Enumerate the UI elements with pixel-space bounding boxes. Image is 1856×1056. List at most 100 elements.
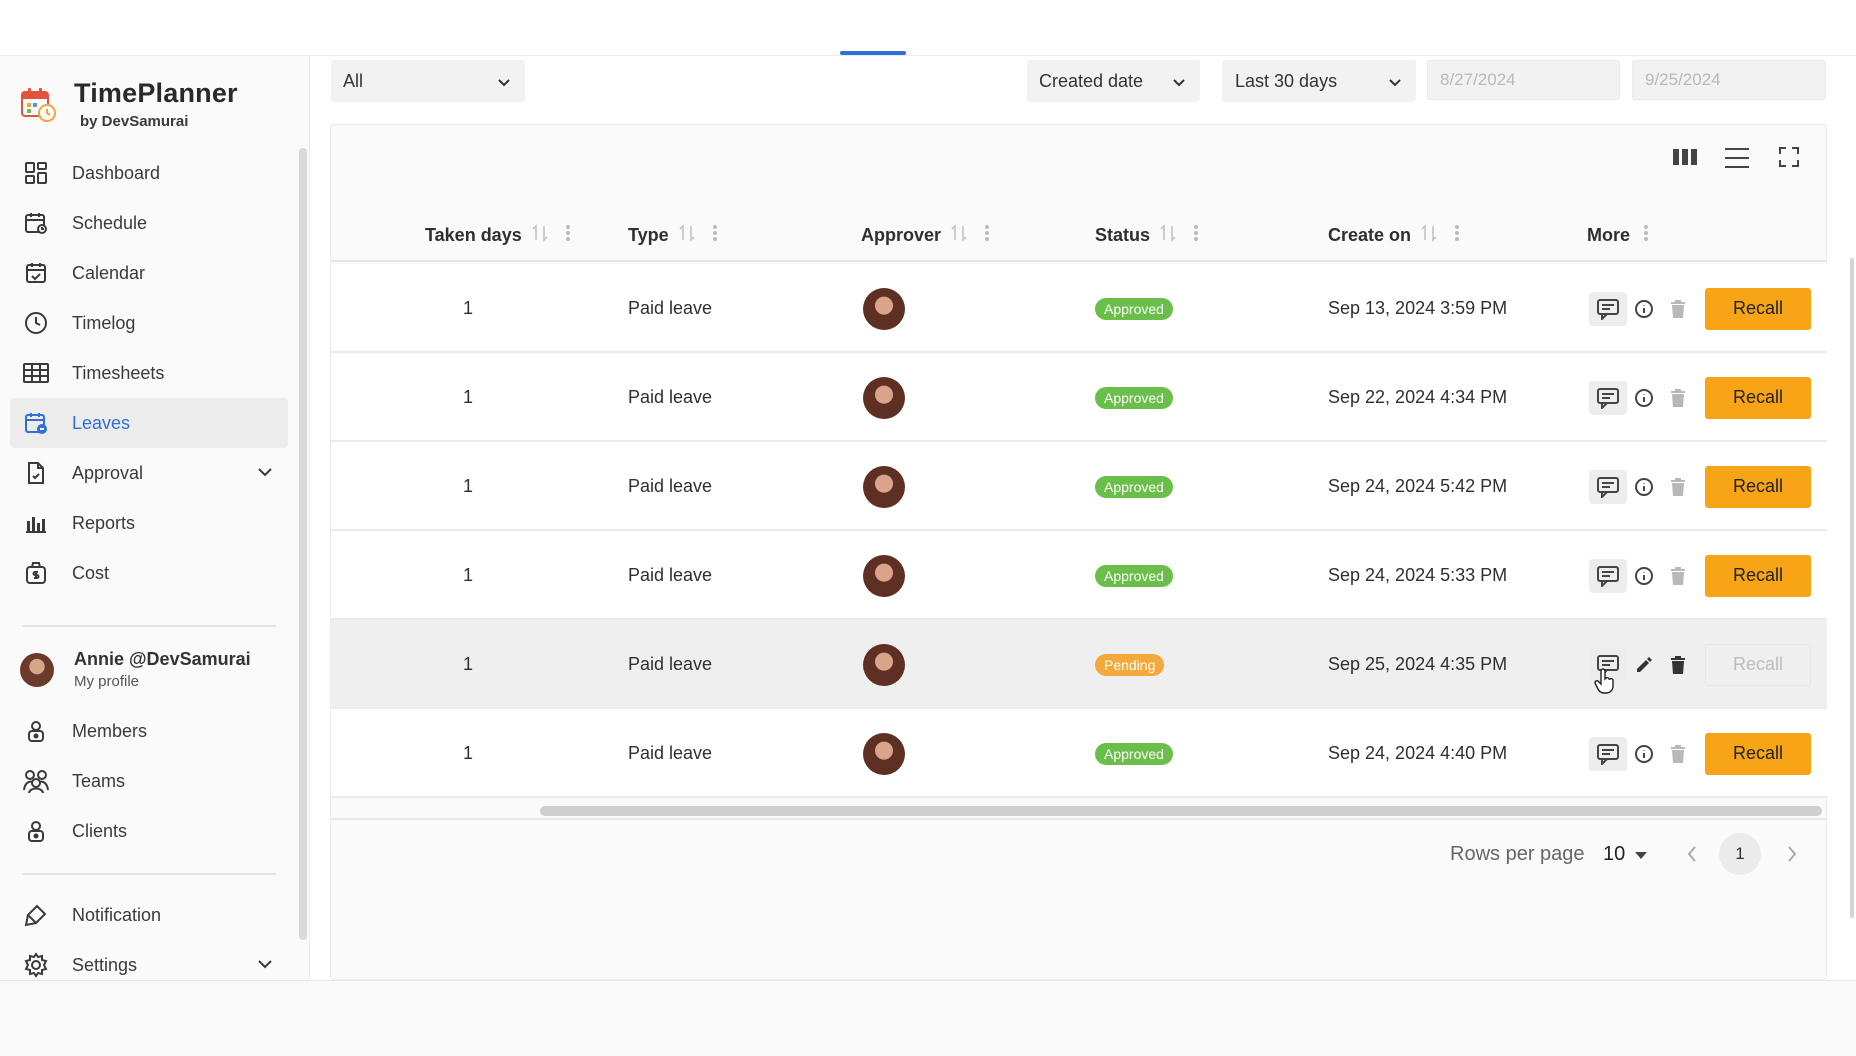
end-date-input[interactable]: 9/25/2024 — [1632, 60, 1826, 100]
sidebar-item-calendar[interactable]: Calendar — [10, 248, 288, 298]
trash-icon[interactable] — [1661, 559, 1695, 593]
sort-icon[interactable] — [532, 223, 548, 247]
page-button[interactable]: 1 — [1719, 832, 1761, 876]
table-row[interactable]: 1 Paid leave Approved Sep 13, 2024 3:59 … — [331, 264, 1827, 353]
comment-icon[interactable] — [1589, 469, 1627, 504]
sort-by-value: Created date — [1039, 70, 1144, 91]
table-row[interactable]: 1 Paid leave Approved Sep 22, 2024 4:34 … — [331, 353, 1827, 442]
type-cell: Paid leave — [628, 654, 713, 674]
sidebar: TimePlanner by DevSamurai Dashboard Sche… — [0, 56, 310, 980]
profile-link[interactable]: My profile — [74, 673, 251, 690]
column-label: Status — [1095, 224, 1151, 245]
sidebar-item-dashboard[interactable]: Dashboard — [10, 148, 288, 198]
rows-per-page-select[interactable]: 10 — [1603, 832, 1648, 876]
info-icon[interactable] — [1627, 737, 1661, 771]
approver-avatar — [863, 554, 905, 597]
table-row[interactable]: 1 Paid leave Approved Sep 24, 2024 4:40 … — [331, 709, 1827, 798]
prev-page-icon[interactable] — [1686, 832, 1698, 876]
column-menu-icon[interactable] — [1644, 224, 1649, 247]
info-icon[interactable] — [1627, 470, 1661, 504]
sidebar-item-cost[interactable]: Cost — [10, 548, 288, 598]
info-icon[interactable] — [1627, 292, 1661, 326]
sidebar-item-leaves[interactable]: Leaves — [10, 398, 288, 448]
taken-days-cell: 1 — [463, 387, 474, 407]
recall-button[interactable]: Recall — [1705, 287, 1811, 330]
brand[interactable]: TimePlanner by DevSamurai — [20, 78, 238, 130]
sidebar-item-clients[interactable]: Clients — [10, 806, 288, 856]
sidebar-item-timelog[interactable]: Timelog — [10, 298, 288, 348]
comment-icon[interactable] — [1589, 291, 1627, 326]
notification-icon — [22, 901, 50, 929]
sort-icon[interactable] — [951, 223, 967, 247]
start-date-input[interactable]: 8/27/2024 — [1427, 60, 1620, 100]
table-icon — [22, 359, 50, 387]
comment-icon[interactable] — [1589, 736, 1627, 771]
column-menu-icon[interactable] — [985, 224, 990, 247]
column-menu-icon[interactable] — [1194, 224, 1199, 247]
current-page[interactable]: 1 — [1719, 833, 1761, 875]
sidebar-item-approval[interactable]: Approval — [10, 448, 288, 498]
timeplanner-logo-icon — [20, 86, 56, 122]
sidebar-item-label: Settings — [72, 954, 138, 975]
sort-icon[interactable] — [679, 223, 695, 247]
sidebar-item-timesheets[interactable]: Timesheets — [10, 348, 288, 398]
schedule-icon — [22, 209, 50, 237]
sidebar-item-schedule[interactable]: Schedule — [10, 198, 288, 248]
comment-icon[interactable] — [1589, 380, 1627, 415]
created-on-cell: Sep 24, 2024 5:33 PM — [1328, 565, 1508, 585]
sidebar-item-reports[interactable]: Reports — [10, 498, 288, 548]
chevron-down-icon[interactable] — [256, 463, 274, 486]
column-menu-icon[interactable] — [565, 224, 570, 247]
column-header-type[interactable]: Type — [628, 210, 717, 260]
trash-icon[interactable] — [1661, 292, 1695, 326]
fullscreen-icon[interactable] — [1778, 146, 1800, 173]
sidebar-item-teams[interactable]: Teams — [10, 756, 288, 806]
recall-button[interactable]: Recall — [1705, 732, 1811, 775]
date-range-select[interactable]: Last 30 days — [1222, 60, 1416, 102]
column-header-taken-days[interactable]: Taken days — [425, 210, 570, 260]
comment-icon[interactable] — [1589, 558, 1627, 593]
created-on-cell: Sep 25, 2024 4:35 PM — [1328, 654, 1508, 674]
table-header: Taken days Type Approver Status Create o… — [331, 210, 1827, 262]
sort-by-select[interactable]: Created date — [1027, 60, 1200, 102]
column-header-status[interactable]: Status — [1095, 210, 1199, 260]
active-tab-indicator — [840, 51, 906, 55]
column-menu-icon[interactable] — [712, 224, 717, 247]
sidebar-item-members[interactable]: Members — [10, 706, 288, 756]
main-nav: Dashboard Schedule Calendar Timelog Time… — [10, 148, 288, 598]
sort-icon[interactable] — [1160, 223, 1176, 247]
chevron-down-icon — [1172, 74, 1186, 95]
column-header-approver[interactable]: Approver — [861, 210, 990, 260]
column-header-more[interactable]: More — [1587, 210, 1649, 260]
sidebar-item-notification[interactable]: Notification — [10, 890, 288, 940]
recall-button[interactable]: Recall — [1705, 376, 1811, 419]
recall-button[interactable]: Recall — [1705, 465, 1811, 508]
approver-avatar — [863, 376, 905, 419]
page-scrollbar[interactable] — [1850, 258, 1854, 918]
recall-button[interactable]: Recall — [1705, 554, 1811, 597]
type-filter-select[interactable]: All — [331, 60, 525, 102]
horizontal-scrollbar[interactable] — [540, 806, 1822, 816]
column-menu-icon[interactable] — [1455, 224, 1460, 247]
chevron-down-icon — [497, 74, 511, 95]
column-header-create-on[interactable]: Create on — [1328, 210, 1460, 260]
sidebar-scrollbar[interactable] — [299, 148, 307, 940]
recall-button[interactable]: Recall — [1705, 643, 1811, 686]
date-range-value: Last 30 days — [1235, 70, 1338, 91]
trash-icon[interactable] — [1661, 470, 1695, 504]
info-icon[interactable] — [1627, 559, 1661, 593]
table-row[interactable]: 1 Paid leave Approved Sep 24, 2024 5:42 … — [331, 442, 1827, 531]
trash-icon[interactable] — [1661, 381, 1695, 415]
info-icon[interactable] — [1627, 381, 1661, 415]
density-icon[interactable] — [1724, 146, 1750, 175]
sort-icon[interactable] — [1421, 223, 1437, 247]
columns-icon[interactable] — [1672, 146, 1698, 173]
brand-byline: by DevSamurai — [80, 113, 189, 130]
edit-pencil-icon[interactable] — [1627, 648, 1661, 682]
next-page-icon[interactable] — [1786, 832, 1798, 876]
profile[interactable]: Annie @DevSamurai My profile — [20, 649, 251, 690]
trash-icon[interactable] — [1661, 737, 1695, 771]
chevron-down-icon[interactable] — [256, 955, 274, 978]
trash-icon[interactable] — [1661, 648, 1695, 682]
table-row[interactable]: 1 Paid leave Approved Sep 24, 2024 5:33 … — [331, 531, 1827, 620]
